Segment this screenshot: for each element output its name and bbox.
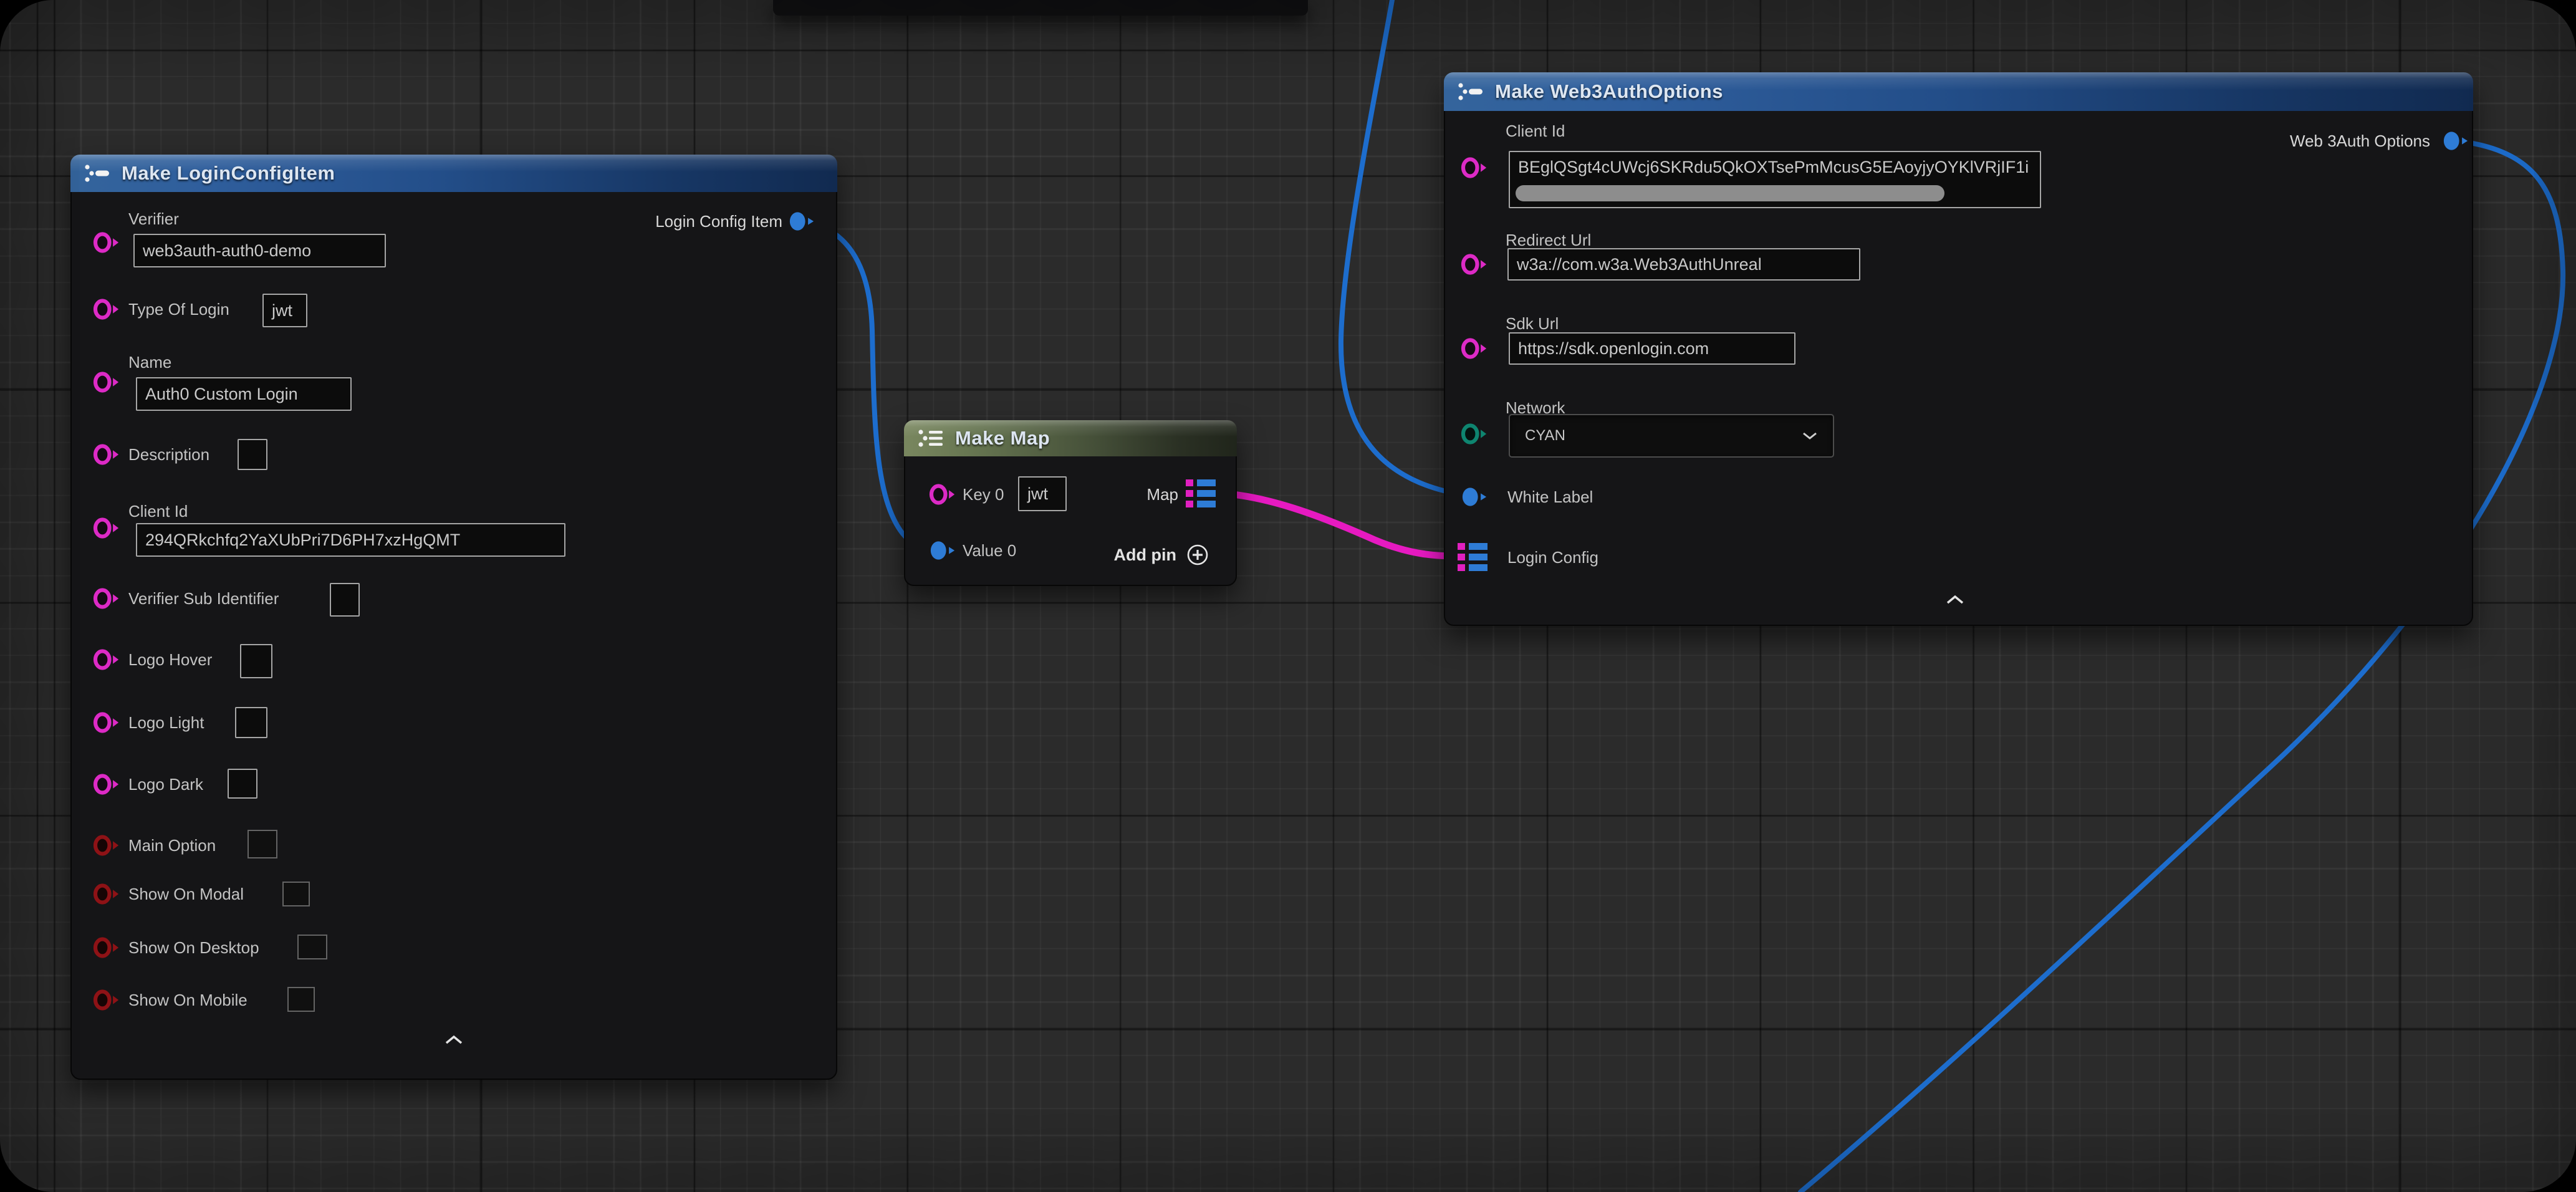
pin-label-verifier-sub-identifier: Verifier Sub Identifier <box>128 588 279 609</box>
pin-label-white-label: White Label <box>1507 486 1593 507</box>
node-title: Make LoginConfigItem <box>122 162 335 185</box>
pin-label-value-0: Value 0 <box>963 540 1016 561</box>
input-verifier-value: web3auth-auth0-demo <box>143 241 311 261</box>
checkbox-main-option[interactable] <box>248 830 277 858</box>
input-redirect-url[interactable]: w3a://com.w3a.Web3AuthUnreal <box>1507 248 1860 281</box>
pin-client-id[interactable] <box>91 517 122 539</box>
input-description[interactable] <box>238 439 267 470</box>
checkbox-show-on-modal[interactable] <box>282 882 310 906</box>
pin-name[interactable] <box>91 371 122 393</box>
pin-key-0[interactable] <box>927 483 958 506</box>
collapse-node-button[interactable] <box>1944 594 1966 606</box>
pin-type-of-login[interactable] <box>91 298 122 320</box>
checkbox-show-on-desktop[interactable] <box>297 935 327 959</box>
pin-label-main-option: Main Option <box>128 835 216 856</box>
input-logo-dark[interactable] <box>228 769 257 799</box>
pin-label-redirect-url: Redirect Url <box>1506 229 1591 251</box>
pin-description[interactable] <box>91 443 122 466</box>
input-type-of-login[interactable]: jwt <box>262 294 307 327</box>
node-make-map-header[interactable]: Make Map <box>904 420 1237 456</box>
node-make-loginconfigitem[interactable]: Make LoginConfigItem Login Config Item V… <box>70 155 837 1080</box>
node-make-map[interactable]: Make Map Key 0 jwt Map Value 0 Add pin <box>904 420 1237 586</box>
pin-label-verifier: Verifier <box>128 208 179 229</box>
pin-value-0[interactable] <box>927 539 958 562</box>
pin-out-web3auth-options[interactable] <box>2440 130 2471 152</box>
pin-logo-light[interactable] <box>91 711 122 734</box>
pin-redirect-url[interactable] <box>1459 253 1490 276</box>
pin-show-on-mobile[interactable] <box>91 989 122 1011</box>
pin-show-on-desktop[interactable] <box>91 936 122 959</box>
input-key-0-value: jwt <box>1027 484 1048 504</box>
make-struct-icon <box>84 164 112 183</box>
input-verifier[interactable]: web3auth-auth0-demo <box>133 234 386 267</box>
pin-label-show-on-modal: Show On Modal <box>128 883 244 905</box>
pin-verifier-sub-identifier[interactable] <box>91 587 122 610</box>
network-dropdown[interactable]: CYAN <box>1509 414 1834 458</box>
input-client-id-scrollbar[interactable] <box>1516 185 1944 201</box>
pin-label-name: Name <box>128 352 171 373</box>
make-container-icon <box>918 429 945 448</box>
input-client-id[interactable]: 294QRkchfq2YaXUbPri7D6PH7xzHgQMT <box>136 523 565 557</box>
node-make-web3authoptions-header[interactable]: Make Web3AuthOptions <box>1444 72 2473 111</box>
pin-label-type-of-login: Type Of Login <box>128 299 229 320</box>
pin-white-label[interactable] <box>1459 486 1490 508</box>
add-pin-icon[interactable] <box>1186 543 1209 567</box>
pin-network[interactable] <box>1459 423 1490 445</box>
chevron-down-icon <box>1802 431 1818 441</box>
network-dropdown-value: CYAN <box>1525 427 1565 445</box>
pin-client-id[interactable] <box>1459 156 1490 179</box>
input-logo-light[interactable] <box>235 707 267 738</box>
pin-label-key-0: Key 0 <box>963 484 1004 505</box>
node-title: Make Map <box>955 427 1050 449</box>
pin-label-client-id: Client Id <box>128 501 188 522</box>
pin-verifier[interactable] <box>91 231 122 254</box>
checkbox-show-on-mobile[interactable] <box>287 987 315 1012</box>
input-client-id-value: 294QRkchfq2YaXUbPri7D6PH7xzHgQMT <box>145 531 460 550</box>
input-sdk-url[interactable]: https://sdk.openlogin.com <box>1509 332 1795 365</box>
node-title: Make Web3AuthOptions <box>1495 80 1723 103</box>
input-verifier-sub-identifier[interactable] <box>330 583 360 617</box>
pin-show-on-modal[interactable] <box>91 883 122 905</box>
input-name-value: Auth0 Custom Login <box>145 385 298 404</box>
node-make-web3authoptions[interactable]: Make Web3AuthOptions Web 3Auth Options C… <box>1444 72 2473 626</box>
input-client-id[interactable]: BEglQSgt4cUWcj6SKRdu5QkOXTsePmMcusG5EAoy… <box>1509 151 2041 208</box>
input-sdk-url-value: https://sdk.openlogin.com <box>1518 339 1709 358</box>
input-client-id-value: BEglQSgt4cUWcj6SKRdu5QkOXTsePmMcusG5EAoy… <box>1518 158 2029 177</box>
collapse-node-button[interactable] <box>443 1034 465 1046</box>
pin-label-show-on-desktop: Show On Desktop <box>128 937 259 958</box>
pin-main-option[interactable] <box>91 834 122 857</box>
pin-label-show-on-mobile: Show On Mobile <box>128 989 248 1011</box>
pin-label-description: Description <box>128 444 209 465</box>
pin-label-logo-hover: Logo Hover <box>128 649 212 670</box>
node-make-loginconfigitem-header[interactable]: Make LoginConfigItem <box>70 155 837 192</box>
input-key-0[interactable]: jwt <box>1018 476 1067 511</box>
input-name[interactable]: Auth0 Custom Login <box>136 377 352 411</box>
pin-label-logo-dark: Logo Dark <box>128 774 203 795</box>
input-redirect-url-value: w3a://com.w3a.Web3AuthUnreal <box>1517 255 1762 274</box>
output-label-web3auth-options: Web 3Auth Options <box>2290 130 2430 151</box>
pin-label-client-id: Client Id <box>1506 120 1565 142</box>
pin-label-sdk-url: Sdk Url <box>1506 313 1559 334</box>
pin-out-map[interactable] <box>1186 479 1216 507</box>
pin-sdk-url[interactable] <box>1459 337 1490 360</box>
output-label-login-config-item: Login Config Item <box>655 211 782 232</box>
make-struct-icon <box>1458 82 1485 101</box>
pin-label-logo-light: Logo Light <box>128 712 204 733</box>
output-label-map: Map <box>1146 484 1178 505</box>
pin-login-config[interactable] <box>1458 543 1487 571</box>
input-type-of-login-value: jwt <box>272 301 292 320</box>
pin-out-login-config-item[interactable] <box>786 210 817 233</box>
wire-makemap-to-loginconfig[interactable] <box>1217 493 1468 556</box>
pin-label-login-config: Login Config <box>1507 547 1598 568</box>
blueprint-graph-screen: Make LoginConfigItem Login Config Item V… <box>0 0 2576 1192</box>
input-logo-hover[interactable] <box>240 644 272 678</box>
pin-logo-dark[interactable] <box>91 773 122 795</box>
add-pin-label[interactable]: Add pin <box>1114 544 1176 566</box>
pin-logo-hover[interactable] <box>91 648 122 671</box>
